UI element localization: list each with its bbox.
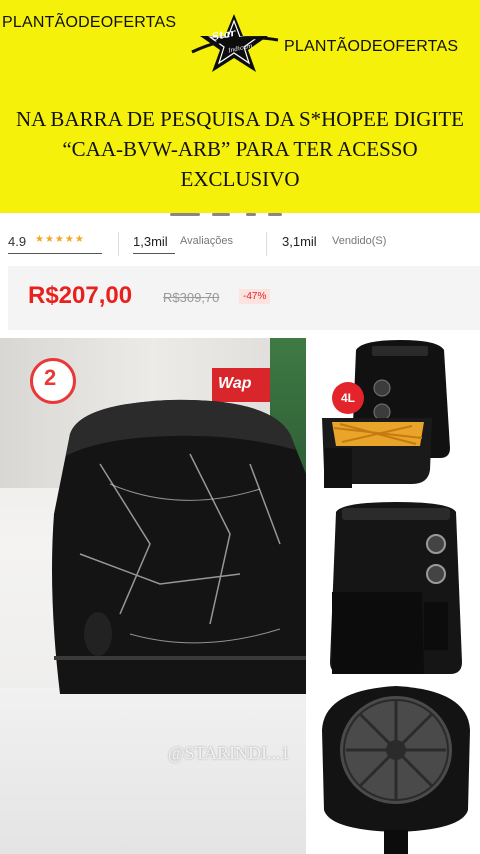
rating-star-icon: ★★★★★ — [35, 234, 85, 245]
rating-value[interactable]: 4.9 — [8, 234, 26, 249]
brand-name-right: PLANTÃODEOFERTAS — [284, 38, 459, 55]
sold-count: 3,1mil — [282, 234, 317, 249]
watermark: @STARINDI...1 — [168, 743, 290, 763]
current-price: R$207,00 — [28, 282, 133, 309]
divider — [266, 232, 267, 256]
ratings-row: 4.9 ★★★★★ 1,3mil Avaliações 3,1mil Vendi… — [0, 226, 480, 262]
promo-headline: NA BARRA DE PESQUISA DA S*HOPEE DIGITE “… — [15, 107, 465, 191]
rating-underline — [8, 253, 102, 254]
reviews-underline — [133, 253, 175, 254]
discount-badge: -47% — [239, 289, 271, 304]
brand-name-left: PLANTÃODEOFERTAS — [2, 14, 177, 31]
sold-label: Vendido(S) — [332, 235, 387, 247]
product-image-panel: 4L — [312, 338, 480, 854]
star-logo-icon — [191, 14, 279, 72]
original-price: R$309,70 — [163, 290, 220, 305]
promo-banner: PLANTÃODEOFERTAS Star Indicam PLANTÃODEO… — [0, 0, 480, 213]
capacity-badge: 4L — [332, 382, 364, 414]
divider — [118, 232, 119, 256]
cropped-title — [0, 213, 480, 223]
product-photo[interactable]: 2 Wap @STARINDI...1 — [0, 338, 306, 854]
air-fryer-basket-image[interactable] — [312, 680, 480, 854]
reviews-count[interactable]: 1,3mil — [133, 234, 168, 249]
air-fryer-open-image[interactable] — [312, 338, 480, 500]
reviews-label: Avaliações — [180, 235, 233, 247]
price-card: R$207,00 R$309,70 -47% — [8, 266, 480, 330]
air-fryer-wrapped-image — [52, 399, 306, 694]
air-fryer-front-image[interactable] — [312, 502, 480, 678]
photo-counter — [0, 688, 306, 854]
photo-badge-number: 2 — [44, 365, 57, 390]
